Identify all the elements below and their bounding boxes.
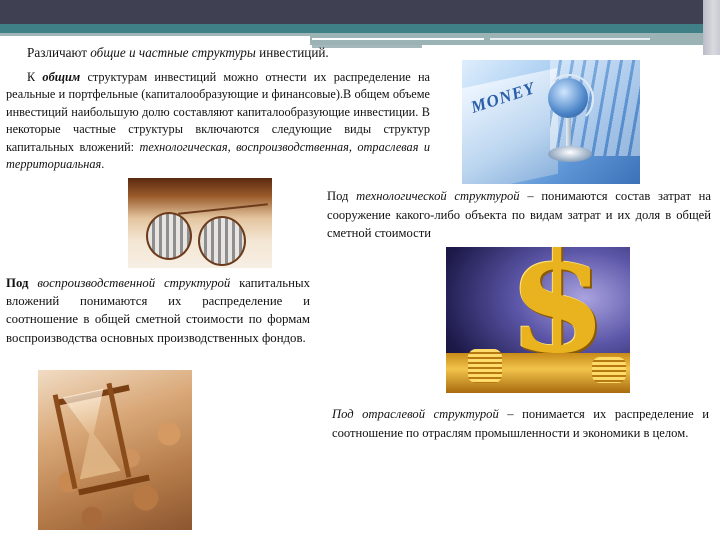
glasses-arm — [178, 203, 268, 215]
glasses-lens-right — [198, 216, 246, 266]
header-edge-strip — [703, 0, 720, 55]
header-band-line — [312, 38, 484, 40]
hourglass-icon — [52, 382, 132, 490]
repro-term: воспроизводственной структурой — [37, 276, 231, 290]
header-band-grey — [0, 33, 310, 36]
globe-base — [548, 146, 592, 162]
gold-dollar-image: $ — [446, 247, 630, 393]
general-end: . — [101, 157, 105, 172]
header-band-teal — [0, 24, 720, 33]
general-types: технологическая, воспроизводственная, от… — [139, 139, 431, 154]
globe-icon — [548, 78, 588, 118]
intro-emphasis: общие и частные структуры — [90, 45, 256, 60]
tech-term: технологической структурой — [356, 189, 520, 203]
industry-structure-paragraph: Под отраслевой структурой – понимается и… — [332, 405, 709, 443]
intro-prefix: Различают — [27, 45, 91, 60]
tech-lead: Под — [327, 189, 357, 203]
general-structures-paragraph: К общим структурам инвестиций можно отне… — [6, 69, 430, 173]
globe-stand — [566, 118, 571, 148]
general-lead: К — [27, 70, 43, 84]
hourglass-coins-image — [38, 370, 192, 530]
glasses-chart-image — [128, 178, 272, 268]
money-globe-image: MONEY — [462, 60, 640, 184]
header-band-dark — [0, 0, 720, 24]
coin-stack — [592, 357, 626, 383]
coin-stack — [468, 349, 502, 383]
repro-lead: Под — [6, 276, 38, 290]
industry-term: Под отраслевой структурой — [332, 407, 499, 421]
header-band-line-2 — [490, 38, 650, 40]
glasses-lens-left — [146, 212, 192, 260]
reproductive-structure-paragraph: Под воспроизводственной структурой капит… — [6, 274, 310, 347]
intro-line: Различают общие и частные структуры инве… — [27, 44, 329, 61]
general-term: общим — [42, 70, 81, 84]
technological-structure-paragraph: Под технологической структурой – понимаю… — [327, 187, 711, 243]
intro-suffix: инвестиций. — [255, 45, 329, 60]
general-types-last: территориальная — [6, 157, 102, 172]
